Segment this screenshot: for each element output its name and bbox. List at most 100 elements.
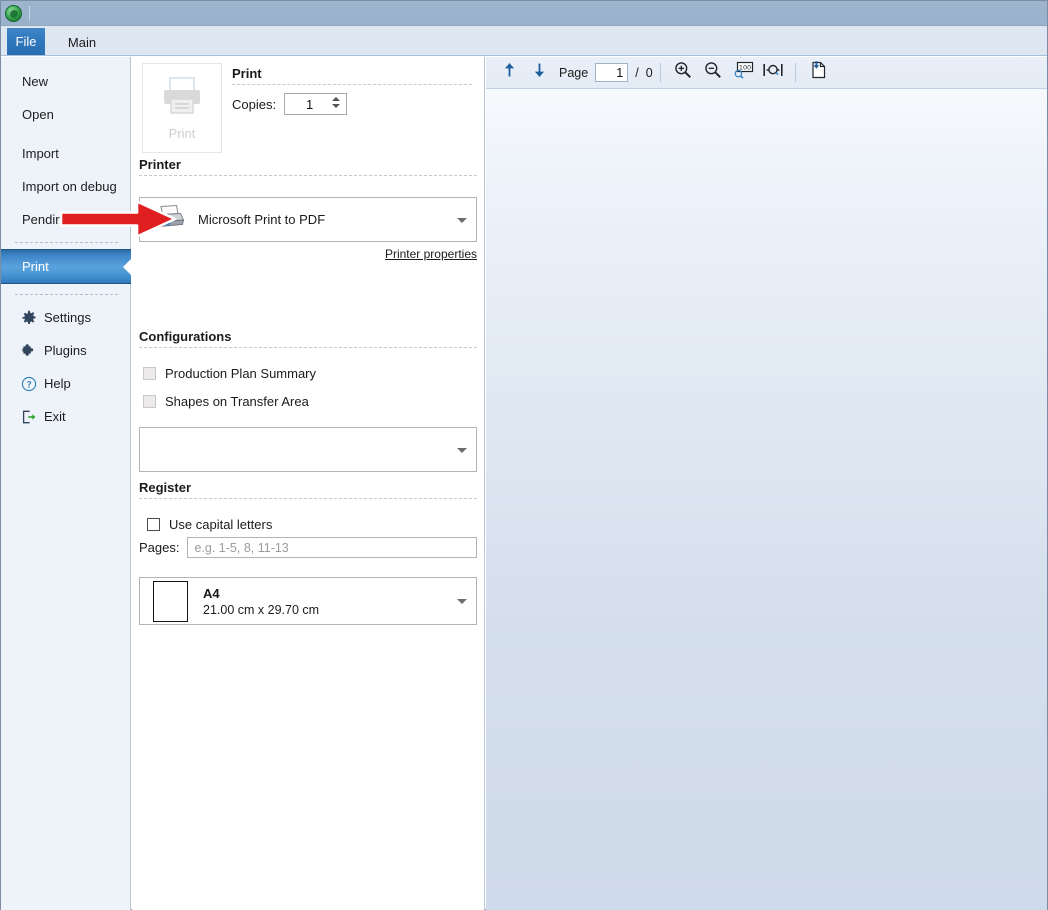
- chevron-down-icon[interactable]: [457, 447, 467, 453]
- pages-row: Pages:: [139, 537, 477, 558]
- printer-combobox[interactable]: Microsoft Print to PDF: [139, 197, 477, 242]
- sidebar-separator: [15, 294, 118, 295]
- section-title-configurations: Configurations: [139, 329, 232, 344]
- title-separator: [29, 5, 30, 21]
- configurations-section: Configurations Production Plan Summary S…: [139, 329, 477, 472]
- checkbox-label: Shapes on Transfer Area: [165, 393, 309, 409]
- svg-text:100: 100: [739, 64, 751, 72]
- sidebar-item-new[interactable]: New: [1, 65, 130, 98]
- section-title-print: Print: [232, 66, 262, 81]
- print-options-panel: Print Print Copies: 1 Printer Microsoft …: [132, 57, 485, 910]
- register-section: Register Use capital letters Pages: A4 2…: [139, 480, 477, 625]
- sidebar-item-label: Pending Imports: [22, 212, 117, 227]
- checkbox-shapes-on-transfer-area[interactable]: Shapes on Transfer Area: [139, 390, 477, 412]
- chevron-down-icon[interactable]: [457, 599, 467, 604]
- checkbox-icon[interactable]: [147, 517, 160, 531]
- zoom-100-icon: 100: [732, 60, 754, 85]
- globe-icon: [5, 4, 22, 22]
- checkbox-production-plan-summary[interactable]: Production Plan Summary: [139, 362, 477, 384]
- pages-label: Pages:: [139, 540, 180, 555]
- chevron-down-icon[interactable]: [457, 217, 467, 223]
- page-separator: /: [635, 65, 639, 80]
- export-page-button[interactable]: [803, 59, 833, 87]
- zoom-out-icon: [703, 60, 723, 85]
- paper-size-combobox[interactable]: A4 21.00 cm x 29.70 cm: [139, 577, 477, 625]
- print-button[interactable]: Print: [142, 63, 222, 153]
- question-circle-icon: [20, 375, 37, 392]
- stepper-down-icon[interactable]: [332, 104, 341, 108]
- page-input[interactable]: [595, 63, 629, 82]
- section-title-register: Register: [139, 480, 192, 495]
- pages-input[interactable]: [187, 537, 477, 558]
- arrow-down-icon: [531, 61, 548, 84]
- sidebar-item-import[interactable]: Import: [1, 137, 130, 170]
- print-preview-area: Page / 0: [486, 57, 1047, 910]
- exit-icon: [20, 408, 37, 425]
- print-button-label: Print: [168, 126, 196, 141]
- fit-page-button[interactable]: [758, 59, 788, 87]
- checkbox-use-capital-letters[interactable]: Use capital letters: [139, 513, 477, 535]
- zoom-in-icon: [673, 60, 693, 85]
- page-total: 0: [645, 65, 653, 80]
- zoom-out-button[interactable]: [698, 59, 728, 87]
- checkbox-label: Production Plan Summary: [165, 365, 317, 381]
- printer-name: Microsoft Print to PDF: [198, 212, 326, 227]
- gear-icon: [20, 309, 37, 326]
- sidebar-item-label: Help: [44, 376, 71, 391]
- checkbox-icon[interactable]: [143, 394, 156, 408]
- arrow-up-icon: [501, 61, 518, 84]
- sidebar-item-label: Import on debug: [22, 179, 117, 194]
- section-rule: [232, 84, 472, 85]
- toolbar-separator: [794, 63, 796, 82]
- printer-section: Printer Microsoft Print to PDF Printer p…: [139, 157, 477, 261]
- application-window: File Main New Open Import Import on debu…: [0, 0, 1048, 910]
- sidebar-item-label: Open: [22, 107, 54, 122]
- export-page-icon: [807, 59, 829, 86]
- sidebar-item-label: Settings: [44, 310, 91, 325]
- ribbon-tabstrip: File Main: [1, 26, 1047, 56]
- sidebar-item-help[interactable]: Help: [1, 367, 130, 400]
- sidebar: New Open Import Import on debug Pending …: [1, 57, 131, 910]
- copies-label: Copies:: [232, 96, 277, 112]
- paper-dimensions: 21.00 cm x 29.70 cm: [203, 602, 320, 617]
- stepper-up-icon[interactable]: [332, 97, 341, 101]
- sidebar-item-exit[interactable]: Exit: [1, 400, 130, 433]
- sidebar-item-settings[interactable]: Settings: [1, 301, 130, 334]
- zoom-100-button[interactable]: 100: [728, 59, 758, 87]
- fit-page-icon: [762, 60, 784, 85]
- zoom-in-button[interactable]: [668, 59, 698, 87]
- sidebar-item-open[interactable]: Open: [1, 98, 130, 131]
- page-label: Page: [559, 65, 589, 80]
- previous-page-button[interactable]: [494, 59, 524, 87]
- tab-main[interactable]: Main: [53, 28, 111, 56]
- sidebar-item-print[interactable]: Print: [1, 249, 131, 284]
- sidebar-item-label: Plugins: [44, 343, 87, 358]
- sidebar-item-label: Import: [22, 146, 59, 161]
- sidebar-item-plugins[interactable]: Plugins: [1, 334, 130, 367]
- section-rule: [139, 175, 477, 176]
- copies-stepper[interactable]: 1: [284, 93, 348, 115]
- sidebar-item-label: Print: [22, 259, 49, 274]
- next-page-button[interactable]: [524, 59, 554, 87]
- printer-properties-link[interactable]: Printer properties: [139, 247, 477, 261]
- sidebar-item-import-on-debug[interactable]: Import on debug: [1, 170, 130, 203]
- preview-toolbar: Page / 0: [486, 57, 1047, 89]
- title-bar: [1, 1, 1047, 26]
- sidebar-item-pending-imports[interactable]: Pending Imports: [1, 203, 130, 236]
- checkbox-icon[interactable]: [143, 366, 156, 380]
- section-rule: [139, 347, 477, 348]
- copies-stepper-arrows[interactable]: [332, 97, 341, 108]
- sidebar-item-label: Exit: [44, 409, 66, 424]
- tab-file-label: File: [15, 34, 37, 49]
- puzzle-icon: [20, 342, 37, 359]
- printer-icon: [152, 204, 186, 235]
- sidebar-top-gap: [1, 57, 130, 65]
- print-section: Print Copies: 1: [232, 66, 472, 115]
- paper-info: A4 21.00 cm x 29.70 cm: [203, 586, 319, 617]
- paper-sheet-icon: [153, 580, 188, 622]
- copies-row: Copies: 1: [232, 93, 472, 115]
- sidebar-separator: [15, 242, 118, 243]
- configuration-combobox[interactable]: [139, 427, 477, 472]
- tab-file[interactable]: File: [7, 28, 45, 55]
- paper-name: A4: [203, 585, 220, 601]
